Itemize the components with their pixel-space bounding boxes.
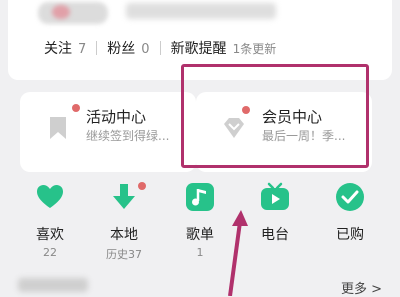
- activity-center-card[interactable]: 活动中心 继续签到得绿...: [20, 92, 196, 172]
- fans-stat[interactable]: 粉丝 0: [107, 38, 149, 58]
- notification-dot: [72, 104, 80, 112]
- bookmark-icon: [50, 117, 66, 139]
- activity-title: 活动中心: [86, 108, 147, 126]
- stats-row: 关注 7 粉丝 0 新歌提醒 1条更新: [44, 38, 276, 58]
- tv-icon: [261, 182, 289, 210]
- download-icon: [113, 184, 135, 209]
- activity-subtitle: 继续签到得绿...: [86, 129, 170, 143]
- highlight-box: [181, 64, 369, 168]
- username-blurred: [126, 3, 276, 19]
- annotation-arrow: [228, 210, 248, 296]
- section-title-blurred: [18, 278, 88, 292]
- heart-icon: [37, 185, 63, 208]
- check-circle-icon: [336, 183, 364, 211]
- more-link[interactable]: 更多 >: [341, 278, 382, 297]
- follow-stat[interactable]: 关注 7: [44, 38, 86, 58]
- divider: [96, 41, 98, 55]
- new-song-alert[interactable]: 新歌提醒 1条更新: [171, 38, 277, 58]
- quick-item-like[interactable]: 喜欢 22: [20, 182, 80, 259]
- quick-item-local[interactable]: 本地 历史37: [94, 182, 154, 262]
- divider: [159, 41, 161, 55]
- quick-item-purchased[interactable]: 已购: [320, 182, 380, 244]
- avatar-decoration: [52, 5, 70, 19]
- notification-dot: [138, 182, 146, 190]
- avatar[interactable]: [38, 2, 108, 24]
- quick-access-row: 喜欢 22 本地 历史37 歌单 1 电台 已购: [0, 182, 400, 262]
